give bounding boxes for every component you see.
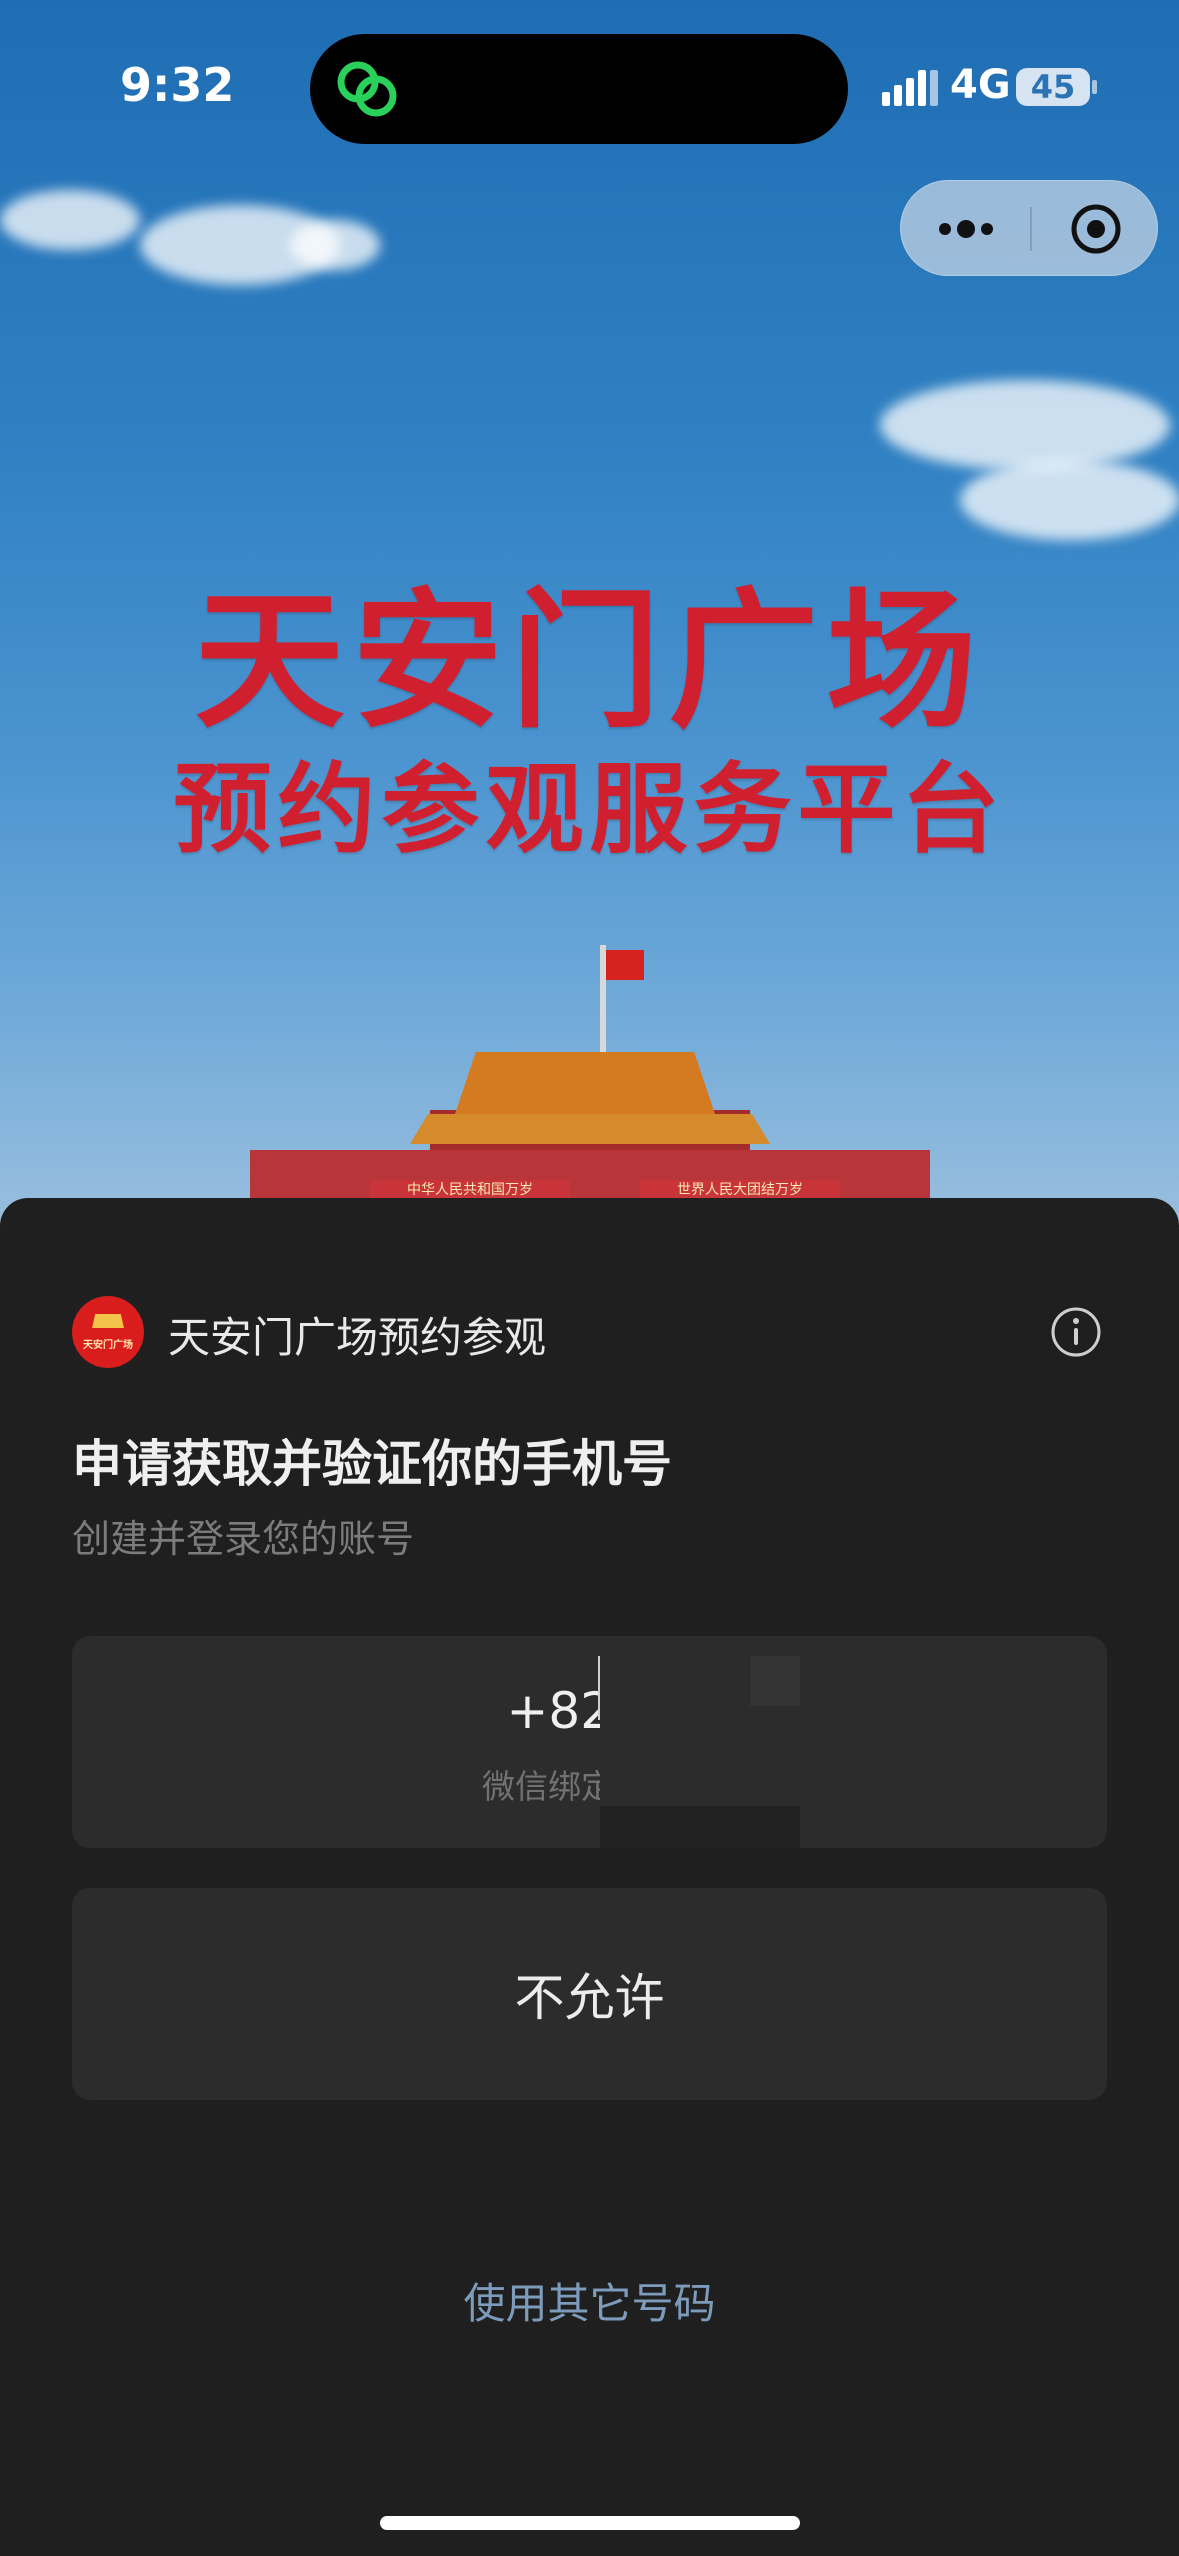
logo-gate-icon bbox=[92, 1314, 124, 1328]
hero-subtitle: 预约参观服务平台 bbox=[173, 753, 1006, 867]
link-icon bbox=[337, 61, 397, 117]
phone-number-option[interactable]: +82106* 微信绑定 bbox=[72, 1636, 1107, 1848]
text-cursor bbox=[598, 1656, 600, 1720]
app-logo-text: 天安门广场 bbox=[83, 1340, 133, 1351]
phone-auth-sheet bbox=[0, 1198, 1179, 2556]
battery-icon: 45 bbox=[1016, 68, 1090, 106]
hero-title: 天安门广场 bbox=[194, 575, 985, 749]
gate-banner-right: 世界人民大团结万岁 bbox=[640, 1180, 840, 1200]
phone-hint: 微信绑定 bbox=[482, 1767, 614, 1806]
status-time: 9:32 bbox=[120, 58, 235, 112]
request-subtitle: 创建并登录您的账号 bbox=[72, 1517, 415, 1561]
request-title: 申请获取并验证你的手机号 bbox=[72, 1435, 672, 1493]
gate-roof-lower bbox=[410, 1114, 770, 1144]
gate-banner-left: 中华人民共和国万岁 bbox=[370, 1180, 570, 1200]
home-indicator[interactable] bbox=[380, 2516, 800, 2530]
capsule-divider bbox=[1030, 207, 1032, 251]
use-other-number-link[interactable]: 使用其它号码 bbox=[0, 2270, 1179, 2331]
info-icon[interactable] bbox=[1050, 1306, 1102, 1358]
network-type: 4G bbox=[950, 62, 1011, 108]
capsule-menu bbox=[900, 180, 1158, 276]
app-name: 天安门广场预约参观 bbox=[168, 1313, 547, 1362]
deny-button[interactable]: 不允许 bbox=[72, 1888, 1107, 2100]
more-dots-icon[interactable] bbox=[931, 199, 1001, 259]
dynamic-island bbox=[310, 34, 848, 144]
flag-icon bbox=[606, 950, 644, 980]
battery-tip bbox=[1092, 80, 1097, 94]
gate-roof-upper bbox=[455, 1052, 715, 1114]
redaction-block bbox=[750, 1656, 800, 1706]
signal-icon bbox=[882, 70, 938, 106]
app-logo: 天安门广场 bbox=[72, 1296, 144, 1368]
phone-number: +82106* bbox=[72, 1682, 1107, 1740]
target-close-icon[interactable] bbox=[1061, 199, 1131, 259]
redaction-block bbox=[600, 1806, 800, 1848]
